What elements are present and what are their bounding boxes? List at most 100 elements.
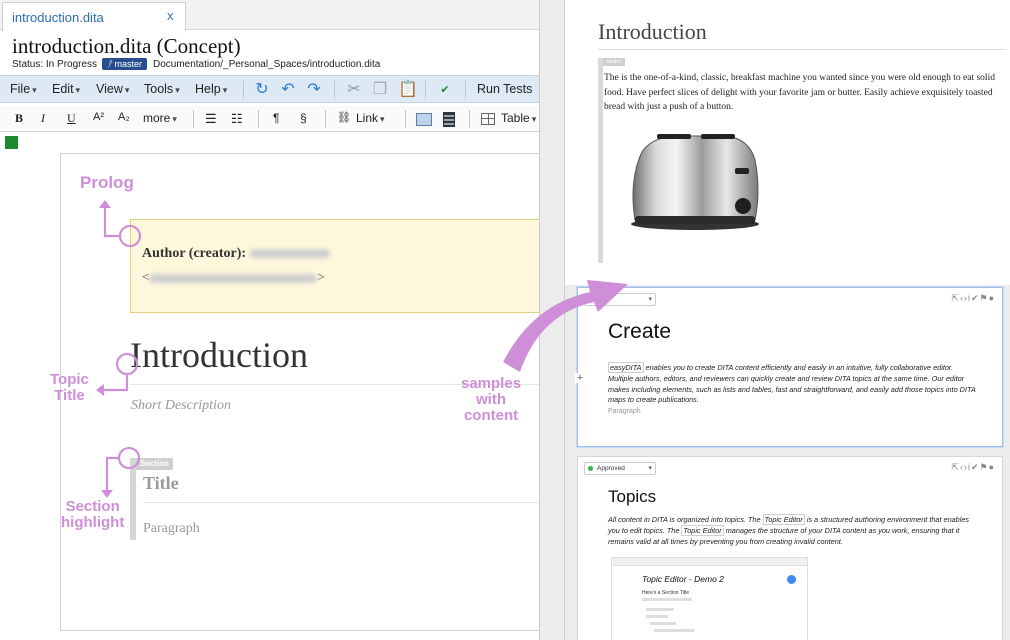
topic-editor-highlight: Topic Editor bbox=[681, 524, 724, 536]
card-action-icons[interactable]: ⇱‹›i✔⚑● bbox=[951, 293, 995, 304]
code-icon[interactable]: ‹› bbox=[960, 293, 968, 303]
preview-panel: Introduction section The is the one-of-a… bbox=[564, 0, 1010, 640]
spellcheck-icon[interactable]: ✔ bbox=[436, 81, 454, 99]
redo-icon[interactable]: ↷ bbox=[305, 81, 323, 99]
status-dot bbox=[588, 466, 593, 471]
open-icon[interactable]: ⇱ bbox=[951, 462, 960, 472]
status-dropdown[interactable]: Approved ▾ bbox=[584, 462, 656, 475]
undo-icon[interactable]: ↶ bbox=[279, 81, 297, 99]
branch-name: master bbox=[114, 59, 142, 69]
card-title: Topics bbox=[608, 487, 657, 506]
topic-title[interactable]: Introduction bbox=[130, 334, 308, 376]
brand-highlight: easyDITA bbox=[608, 362, 644, 373]
section-paragraph[interactable]: Paragraph bbox=[143, 521, 200, 537]
document-title: introduction.dita (Concept) bbox=[12, 34, 241, 58]
paste-icon[interactable]: 📋 bbox=[398, 81, 418, 99]
preview-title: Introduction bbox=[598, 19, 707, 44]
menu-tools[interactable]: Tools bbox=[144, 82, 180, 96]
tab-bar: introduction.dita x bbox=[0, 0, 539, 31]
add-icon[interactable]: + bbox=[575, 373, 585, 384]
link-dropdown[interactable]: Link bbox=[356, 111, 385, 125]
prolog-block[interactable]: Author (creator): < > bbox=[130, 219, 539, 313]
author-email: < > bbox=[142, 269, 325, 285]
close-icon[interactable]: x bbox=[167, 8, 174, 23]
card-paragraph-text: enables you to create DITA content effic… bbox=[608, 363, 976, 405]
open-icon[interactable]: ⇱ bbox=[951, 293, 960, 303]
table-icon[interactable] bbox=[481, 113, 495, 125]
tab-introduction[interactable]: introduction.dita x bbox=[2, 2, 186, 31]
card-action-icons[interactable]: ⇱‹›i✔⚑● bbox=[951, 462, 995, 473]
preview-section-bar bbox=[598, 58, 603, 263]
author-label: Author (creator): bbox=[142, 246, 330, 262]
table-dropdown[interactable]: Table bbox=[501, 111, 536, 125]
annotation-samples: samples with content bbox=[461, 375, 522, 424]
code-icon[interactable]: ‹› bbox=[960, 462, 968, 472]
superscript-button[interactable]: A² bbox=[93, 111, 104, 123]
image-icon[interactable] bbox=[416, 113, 432, 126]
menu-help[interactable]: Help bbox=[195, 82, 227, 96]
refresh-icon[interactable]: ↻ bbox=[253, 81, 271, 99]
embedded-screenshot: Topic Editor - Demo 2 Here's a Section T… bbox=[611, 557, 808, 640]
more-dropdown[interactable]: more bbox=[143, 111, 177, 125]
link-icon[interactable]: ⛓ bbox=[337, 111, 351, 124]
section-highlight-bar bbox=[130, 458, 136, 540]
card-title: Create bbox=[608, 320, 672, 343]
annotation-prolog: Prolog bbox=[80, 173, 134, 192]
copy-icon[interactable]: ❐ bbox=[371, 81, 389, 99]
menu-bar: File Edit View Tools Help ↻ ↶ ↷ ✂ ❐ 📋 ✔ … bbox=[0, 75, 539, 103]
cut-icon[interactable]: ✂ bbox=[345, 81, 363, 99]
user-icon[interactable]: ● bbox=[989, 293, 995, 303]
italic-button[interactable]: I bbox=[41, 111, 45, 126]
topic-card-create[interactable]: ▾ ⇱‹›i✔⚑● Create easyDITA enables you to… bbox=[577, 287, 1003, 447]
status-dot bbox=[588, 297, 593, 302]
flag-icon[interactable]: ⚑ bbox=[979, 462, 988, 472]
file-path: Documentation/_Personal_Spaces/introduct… bbox=[152, 59, 381, 70]
subscript-button[interactable]: A₂ bbox=[118, 111, 130, 123]
branch-icon: ᚹ bbox=[107, 59, 113, 69]
bulleted-list-icon[interactable]: ☰ bbox=[205, 111, 217, 127]
author-name-redacted bbox=[249, 249, 330, 259]
chevron-down-icon: ▾ bbox=[648, 296, 652, 303]
card-paragraph: All content in DITA is organized into to… bbox=[608, 514, 978, 547]
status-dropdown[interactable]: ▾ bbox=[584, 293, 656, 306]
divider bbox=[598, 49, 1006, 50]
preview-paragraph: The is the one-of-a-kind, classic, break… bbox=[604, 73, 995, 112]
flag-icon[interactable]: ⚑ bbox=[979, 293, 988, 303]
divider bbox=[143, 502, 539, 503]
section-button[interactable]: § bbox=[300, 111, 307, 125]
menu-edit[interactable]: Edit bbox=[52, 82, 80, 96]
topic-card-topics[interactable]: Approved ▾ ⇱‹›i✔⚑● Topics All content in… bbox=[577, 456, 1003, 640]
mini-title: Topic Editor - Demo 2 bbox=[642, 574, 724, 584]
email-close: > bbox=[317, 269, 325, 284]
short-description[interactable]: Short Description bbox=[131, 398, 231, 414]
status-label: Approved bbox=[597, 465, 625, 472]
paragraph-button[interactable]: ¶ bbox=[273, 111, 279, 125]
format-toolbar: B I U A² A₂ more ☰ ☷ ¶ § ⛓ Link Table bbox=[0, 106, 539, 132]
mini-subtitle: Here's a Section Title bbox=[642, 590, 690, 596]
topic-editor-highlight: Topic Editor bbox=[762, 514, 805, 525]
status-text: Status: In Progress bbox=[12, 59, 98, 70]
run-tests-button[interactable]: Run Tests bbox=[477, 82, 532, 96]
branch-badge[interactable]: ᚹ master bbox=[102, 58, 147, 70]
status-indicator bbox=[5, 136, 18, 149]
section-title[interactable]: Title bbox=[143, 473, 179, 494]
video-icon[interactable] bbox=[443, 112, 455, 127]
card-paragraph: easyDITA enables you to create DITA cont… bbox=[608, 362, 978, 406]
menu-file[interactable]: File bbox=[10, 82, 37, 96]
author-email-redacted bbox=[149, 273, 318, 283]
underline-button[interactable]: U bbox=[67, 111, 76, 126]
annotation-topic-title: Topic Title bbox=[50, 371, 89, 404]
author-label-text: Author (creator): bbox=[142, 246, 247, 261]
email-open: < bbox=[142, 269, 150, 284]
numbered-list-icon[interactable]: ☷ bbox=[231, 111, 243, 127]
user-icon[interactable]: ● bbox=[989, 462, 995, 472]
chevron-down-icon: ▾ bbox=[648, 465, 652, 472]
text-pre: All content in DITA is organized into to… bbox=[608, 515, 763, 524]
preview-intro: Introduction section The is the one-of-a… bbox=[565, 0, 1010, 285]
section-tag: Section bbox=[136, 458, 173, 470]
bold-button[interactable]: B bbox=[15, 111, 23, 126]
menu-view[interactable]: View bbox=[96, 82, 129, 96]
tab-label: introduction.dita bbox=[12, 10, 104, 25]
status-line: Status: In Progress ᚹ master Documentation/… bbox=[12, 58, 380, 70]
annotation-section-highlight: Section highlight bbox=[61, 498, 125, 531]
